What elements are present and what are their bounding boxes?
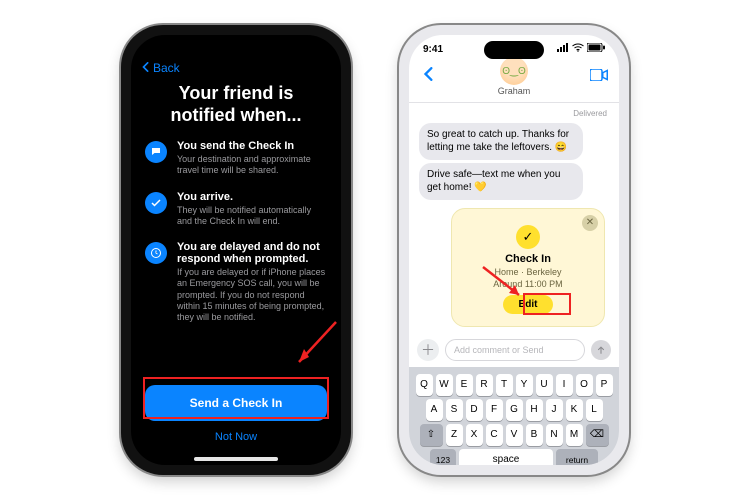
key-z[interactable]: Z [446,424,463,446]
chat-bubble-icon [145,141,167,163]
page-title: Your friend is notified when... [131,79,341,140]
key-n[interactable]: N [546,424,563,446]
numbers-key[interactable]: 123 [430,449,456,465]
message-text: Drive safe—text me when you get home! 💛 [427,169,560,193]
keyboard-row-3: ⇧ ZXCVBNM ⌫ [412,424,616,446]
keyboard-row-1: QWERTYUIOP [412,374,616,396]
back-to-list-button[interactable] [419,67,439,86]
conversation-header: Graham [409,55,619,103]
bullet-arrive: You arrive. They will be notified automa… [145,191,327,228]
checkin-location: Home · Berkeley [462,267,594,277]
home-indicator[interactable] [194,457,278,461]
key-d[interactable]: D [466,399,483,421]
key-l[interactable]: L [586,399,603,421]
signal-icon [557,43,569,55]
screen-checkin-intro: Back Your friend is notified when... You… [131,35,341,465]
battery-icon [587,43,605,55]
key-s[interactable]: S [446,399,463,421]
checkin-card[interactable]: ✕ ✓ Check In Home · Berkeley Around 11:0… [451,208,605,327]
key-m[interactable]: M [566,424,583,446]
keyboard[interactable]: QWERTYUIOP ASDFGHJKL ⇧ ZXCVBNM ⌫ 123 spa… [409,367,619,465]
add-attachment-button[interactable]: ＋ [417,339,439,361]
bullet-body: If you are delayed or if iPhone places a… [177,267,327,323]
message-text: So great to catch up. Thanks for letting… [427,129,569,153]
send-checkin-button[interactable]: Send a Check In [145,385,327,421]
key-c[interactable]: C [486,424,503,446]
key-p[interactable]: P [596,374,613,396]
title-line1: Your friend is [179,83,294,103]
message-thread[interactable]: Delivered So great to catch up. Thanks f… [409,103,619,333]
facetime-button[interactable] [589,68,609,86]
dynamic-island [484,41,544,59]
edit-button[interactable]: Edit [503,295,554,314]
checkin-time: Around 11:00 PM [462,279,594,289]
checkin-title: Check In [462,253,594,265]
bullet-delayed: You are delayed and do not respond when … [145,241,327,323]
key-w[interactable]: W [436,374,453,396]
clock-icon [145,242,167,264]
key-i[interactable]: I [556,374,573,396]
bullet-heading: You send the Check In [177,140,327,152]
not-now-button[interactable]: Not Now [215,421,257,443]
wifi-icon [572,43,584,55]
screen-messages-thread: 9:41 Graham [409,35,619,465]
space-key[interactable]: space [459,449,553,465]
compose-row: ＋ Add comment or Send [409,333,619,367]
title-line2: notified when... [171,105,302,125]
key-a[interactable]: A [426,399,443,421]
contact-chip[interactable]: Graham [498,57,531,96]
chevron-left-icon [141,61,151,75]
bullet-heading: You are delayed and do not respond when … [177,241,327,265]
key-r[interactable]: R [476,374,493,396]
delete-key[interactable]: ⌫ [586,424,609,446]
feature-bullets: You send the Check In Your destination a… [131,140,341,323]
iphone-frame-left: Back Your friend is notified when... You… [121,25,351,475]
key-g[interactable]: G [506,399,523,421]
key-q[interactable]: Q [416,374,433,396]
key-h[interactable]: H [526,399,543,421]
bullet-body: They will be notified automatically and … [177,205,327,228]
key-f[interactable]: F [486,399,503,421]
iphone-frame-right: 9:41 Graham [399,25,629,475]
key-u[interactable]: U [536,374,553,396]
notch [191,35,281,57]
key-o[interactable]: O [576,374,593,396]
key-k[interactable]: K [566,399,583,421]
message-bubble[interactable]: So great to catch up. Thanks for letting… [419,123,583,160]
message-bubble[interactable]: Drive safe—text me when you get home! 💛 [419,163,583,200]
contact-name: Graham [498,86,531,96]
return-key[interactable]: return [556,449,598,465]
shift-key[interactable]: ⇧ [420,424,443,446]
annotation-arrow-primary [281,317,341,377]
key-e[interactable]: E [456,374,473,396]
close-icon[interactable]: ✕ [582,215,598,231]
keyboard-row-2: ASDFGHJKL [412,399,616,421]
key-y[interactable]: Y [516,374,533,396]
bullet-heading: You arrive. [177,191,327,203]
bullet-send: You send the Check In Your destination a… [145,140,327,177]
send-button[interactable] [591,340,611,360]
bullet-body: Your destination and approximate travel … [177,154,327,177]
key-x[interactable]: X [466,424,483,446]
compose-input[interactable]: Add comment or Send [445,339,585,361]
delivered-receipt: Delivered [417,109,611,120]
back-label: Back [153,61,180,75]
key-v[interactable]: V [506,424,523,446]
key-b[interactable]: B [526,424,543,446]
status-time: 9:41 [423,44,443,55]
checkmark-icon [145,192,167,214]
checkmark-badge-icon: ✓ [516,225,540,249]
key-j[interactable]: J [546,399,563,421]
avatar [500,57,528,85]
key-t[interactable]: T [496,374,513,396]
